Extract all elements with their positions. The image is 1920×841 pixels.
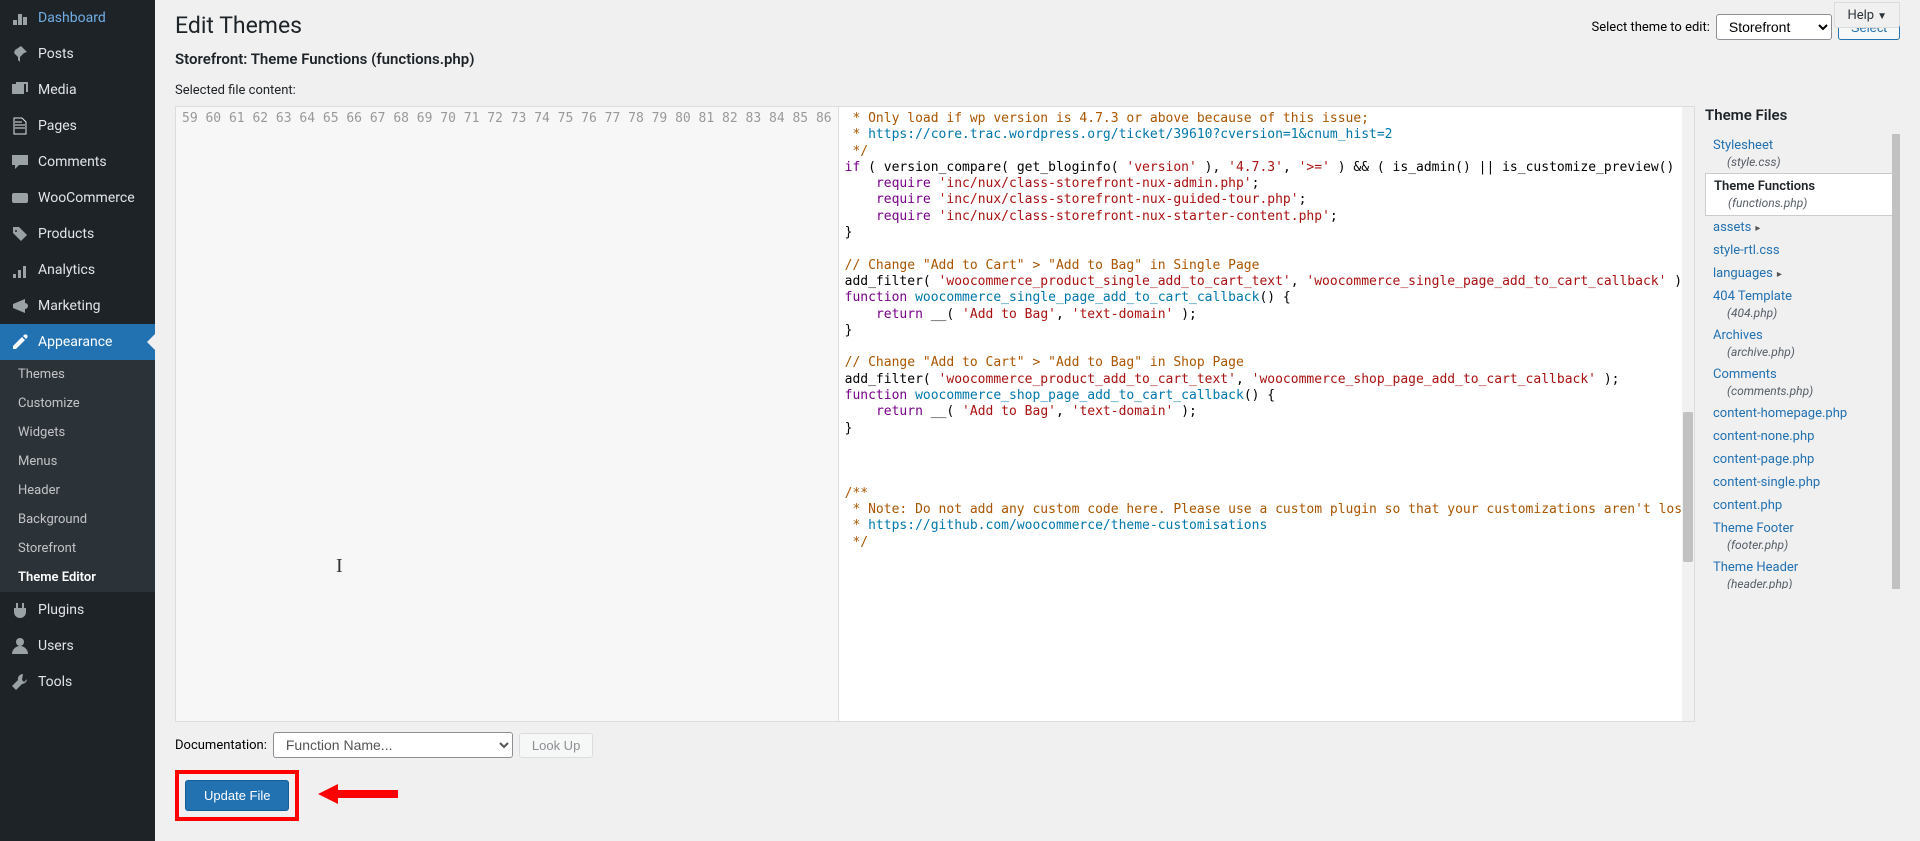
appearance-icon xyxy=(10,332,30,352)
documentation-label: Documentation: xyxy=(175,738,267,753)
submenu-themes[interactable]: Themes xyxy=(0,360,155,389)
select-theme-label: Select theme to edit: xyxy=(1592,20,1710,35)
callout-arrow-icon xyxy=(318,779,398,813)
media-icon xyxy=(10,80,30,100)
file-404-template[interactable]: 404 Template(404.php) xyxy=(1705,285,1892,324)
update-file-highlight: Update File xyxy=(175,770,299,821)
menu-label: Marketing xyxy=(38,298,101,314)
help-tab[interactable]: Help▼ xyxy=(1834,2,1900,28)
file-content-single-php[interactable]: content-single.php xyxy=(1705,471,1892,494)
menu-label: Analytics xyxy=(38,262,95,278)
analytics-icon xyxy=(10,260,30,280)
page-icon xyxy=(10,116,30,136)
submenu-menus[interactable]: Menus xyxy=(0,447,155,476)
menu-label: Pages xyxy=(38,118,77,134)
menu-appearance[interactable]: Appearance xyxy=(0,324,155,360)
submenu-storefront[interactable]: Storefront xyxy=(0,534,155,563)
marketing-icon xyxy=(10,296,30,316)
file-theme-functions[interactable]: Theme Functions(functions.php) xyxy=(1705,173,1892,216)
submenu-theme-editor[interactable]: Theme Editor xyxy=(0,563,155,592)
menu-products[interactable]: Products xyxy=(0,216,155,252)
update-file-button[interactable]: Update File xyxy=(185,780,289,811)
code-editor[interactable]: 59 60 61 62 63 64 65 66 67 68 69 70 71 7… xyxy=(175,106,1695,722)
file-style-rtl-css[interactable]: style-rtl.css xyxy=(1705,239,1892,262)
menu-label: Media xyxy=(38,82,77,98)
menu-label: Products xyxy=(38,226,94,242)
admin-sidebar: Dashboard Posts Media Pages Comments WooComme… xyxy=(0,0,155,841)
file-theme-footer[interactable]: Theme Footer(footer.php) xyxy=(1705,517,1892,556)
theme-subtitle: Storefront: Theme Functions (functions.p… xyxy=(175,50,475,68)
menu-label: Appearance xyxy=(38,334,112,350)
menu-label: Comments xyxy=(38,154,107,170)
menu-label: Tools xyxy=(38,674,72,690)
menu-label: Plugins xyxy=(38,602,84,618)
file-content-homepage-php[interactable]: content-homepage.php xyxy=(1705,402,1892,425)
submenu-header[interactable]: Header xyxy=(0,476,155,505)
menu-label: WooCommerce xyxy=(38,190,135,206)
dashboard-icon xyxy=(10,8,30,28)
menu-comments[interactable]: Comments xyxy=(0,144,155,180)
submenu-customize[interactable]: Customize xyxy=(0,389,155,418)
woo-icon xyxy=(10,188,30,208)
file-stylesheet[interactable]: Stylesheet(style.css) xyxy=(1705,134,1892,173)
main-content: Help▼ Edit Themes Storefront: Theme Func… xyxy=(155,0,1920,841)
theme-file-list: Stylesheet(style.css)Theme Functions(fun… xyxy=(1705,134,1900,589)
submenu-background[interactable]: Background xyxy=(0,505,155,534)
menu-posts[interactable]: Posts xyxy=(0,36,155,72)
file-content-php[interactable]: content.php xyxy=(1705,494,1892,517)
user-icon xyxy=(10,636,30,656)
file-archives[interactable]: Archives(archive.php) xyxy=(1705,324,1892,363)
menu-analytics[interactable]: Analytics xyxy=(0,252,155,288)
menu-label: Users xyxy=(38,638,74,654)
lookup-button[interactable]: Look Up xyxy=(519,733,593,758)
menu-dashboard[interactable]: Dashboard xyxy=(0,0,155,36)
menu-marketing[interactable]: Marketing xyxy=(0,288,155,324)
file-content-page-php[interactable]: content-page.php xyxy=(1705,448,1892,471)
menu-label: Dashboard xyxy=(38,10,106,26)
editor-scrollbar[interactable] xyxy=(1682,107,1694,721)
menu-tools[interactable]: Tools xyxy=(0,664,155,700)
pin-icon xyxy=(10,44,30,64)
menu-pages[interactable]: Pages xyxy=(0,108,155,144)
menu-plugins[interactable]: Plugins xyxy=(0,592,155,628)
menu-label: Posts xyxy=(38,46,74,62)
file-assets[interactable]: assets xyxy=(1705,216,1892,239)
documentation-select[interactable]: Function Name... xyxy=(273,732,513,758)
theme-files-title: Theme Files xyxy=(1705,106,1900,124)
tool-icon xyxy=(10,672,30,692)
plugin-icon xyxy=(10,600,30,620)
submenu-widgets[interactable]: Widgets xyxy=(0,418,155,447)
menu-media[interactable]: Media xyxy=(0,72,155,108)
theme-select[interactable]: Storefront xyxy=(1716,14,1832,40)
menu-woocommerce[interactable]: WooCommerce xyxy=(0,180,155,216)
comment-icon xyxy=(10,152,30,172)
file-languages[interactable]: languages xyxy=(1705,262,1892,285)
menu-users[interactable]: Users xyxy=(0,628,155,664)
file-theme-header[interactable]: Theme Header(header.php) xyxy=(1705,556,1892,589)
selected-file-label: Selected file content: xyxy=(175,83,1900,98)
file-content-none-php[interactable]: content-none.php xyxy=(1705,425,1892,448)
product-icon xyxy=(10,224,30,244)
file-comments[interactable]: Comments(comments.php) xyxy=(1705,363,1892,402)
